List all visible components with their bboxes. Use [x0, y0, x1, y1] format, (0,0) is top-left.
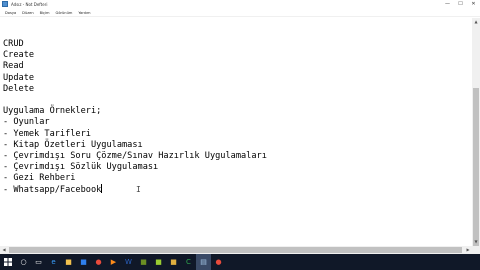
vertical-scroll-thumb[interactable]: [473, 88, 479, 258]
image-viewer-icon[interactable]: ■: [151, 254, 166, 270]
menu-edit[interactable]: Düzen: [19, 9, 36, 16]
start-button[interactable]: [0, 254, 16, 270]
camtasia-icon[interactable]: C: [181, 254, 196, 270]
task-view-icon[interactable]: ▭: [31, 254, 46, 270]
text-line: [3, 95, 267, 106]
text-line-content: - Whatsapp/Facebook: [3, 185, 102, 196]
horizontal-scroll-thumb[interactable]: [9, 247, 462, 253]
window-title: Adsız - Not Defteri: [11, 2, 48, 7]
menu-format[interactable]: Biçim: [37, 9, 53, 16]
search-icon[interactable]: ○: [16, 254, 31, 270]
taskbar-pinned-apps: ○ ▭ e ■ ■ ● ▶ W ■ ■ ■ C ▤ ●: [16, 254, 226, 270]
text-line: CRUD: [3, 39, 24, 49]
text-line: - Gezi Rehberi: [3, 173, 76, 184]
text-line: - Çevrimdışı Soru Çözme/Sınav Hazırlık U…: [3, 150, 267, 161]
taskbar: ○ ▭ e ■ ■ ● ▶ W ■ ■ ■ C ▤ ●: [0, 254, 480, 270]
scroll-right-arrow-icon[interactable]: ▶: [464, 246, 472, 254]
edge-icon[interactable]: e: [46, 254, 61, 270]
media-player-icon[interactable]: ▶: [106, 254, 121, 270]
text-line: Read: [3, 61, 24, 72]
window-controls: — ☐ ✕: [441, 0, 480, 9]
minimize-button[interactable]: —: [441, 0, 454, 9]
text-line: Uygulama Örnekleri;: [3, 106, 102, 117]
scroll-down-arrow-icon[interactable]: ▼: [472, 238, 480, 246]
scrollbar-corner: [472, 246, 480, 254]
vertical-scrollbar[interactable]: ▲ ▼: [472, 18, 480, 258]
text-line: - Kitap Özetleri Uygulaması: [3, 139, 143, 150]
menu-file[interactable]: Dosya: [2, 9, 19, 16]
horizontal-scrollbar[interactable]: ◀ ▶: [0, 246, 472, 254]
terminal-icon[interactable]: ■: [136, 254, 151, 270]
windows-logo-icon: [4, 258, 12, 266]
store-icon[interactable]: ■: [76, 254, 91, 270]
menu-bar: Dosya Düzen Biçim Görünüm Yardım: [0, 9, 480, 17]
menu-help[interactable]: Yardım: [75, 9, 93, 16]
file-explorer-icon[interactable]: ■: [61, 254, 76, 270]
text-line: - Oyunlar: [3, 117, 50, 128]
text-line-last: - Whatsapp/Facebook: [3, 184, 267, 195]
text-line: Create: [3, 50, 35, 61]
text-line: - Yemek Tarifleri: [3, 128, 91, 139]
word-icon[interactable]: W: [121, 254, 136, 270]
menu-view[interactable]: Görünüm: [53, 9, 76, 16]
scroll-left-arrow-icon[interactable]: ◀: [0, 246, 8, 254]
text-caret: [101, 184, 103, 194]
document-text[interactable]: CRUD Create Read Update Delete Uygulama …: [3, 39, 267, 196]
chrome-2-icon[interactable]: ●: [211, 254, 226, 270]
scroll-up-arrow-icon[interactable]: ▲: [472, 18, 480, 26]
notepad-icon[interactable]: ▤: [196, 254, 211, 270]
folder-icon[interactable]: ■: [166, 254, 181, 270]
text-editor-area[interactable]: CRUD Create Read Update Delete Uygulama …: [0, 18, 472, 246]
title-bar: Adsız - Not Defteri — ☐ ✕: [0, 0, 480, 9]
chrome-icon[interactable]: ●: [91, 254, 106, 270]
text-line: Update: [3, 72, 35, 83]
close-button[interactable]: ✕: [467, 0, 480, 9]
text-line: - Çevrimdışı Sözlük Uygulaması: [3, 162, 159, 173]
ibeam-cursor-icon: I: [136, 185, 141, 194]
maximize-button[interactable]: ☐: [454, 0, 467, 9]
text-line: Delete: [3, 83, 35, 94]
notepad-app-icon: [2, 1, 8, 7]
